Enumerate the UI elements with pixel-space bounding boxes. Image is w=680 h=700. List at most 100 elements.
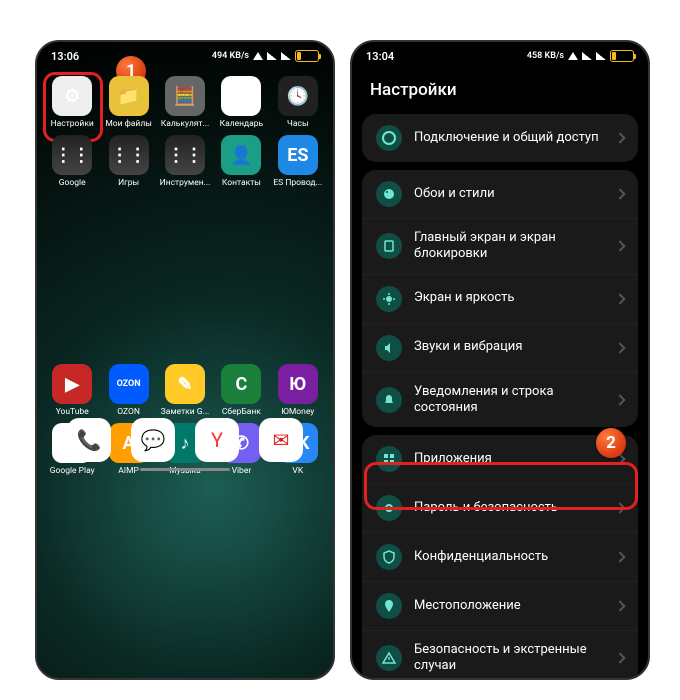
security-icon <box>376 495 402 521</box>
battery-icon: 22 <box>295 50 319 62</box>
settings-item-label: Экран и яркость <box>414 290 604 306</box>
connection-icon <box>376 125 402 151</box>
settings-item-privacy[interactable]: Конфиденциальность <box>362 532 638 581</box>
app-OZON[interactable]: OZON OZON <box>101 364 155 417</box>
settings-item-homescreen[interactable]: Главный экран и экран блокировки <box>362 218 638 274</box>
signal-icon <box>596 52 606 60</box>
chevron-right-icon <box>614 502 625 513</box>
app-label: ЮMoney <box>281 407 314 417</box>
settings-item-wallpaper[interactable]: Обои и стили <box>362 170 638 218</box>
app-label: OZON <box>117 407 140 417</box>
app-Google[interactable]: ⋮⋮ Google <box>45 135 99 188</box>
callout-badge-2: 2 <box>596 428 626 458</box>
chevron-right-icon <box>614 653 625 664</box>
chevron-right-icon <box>614 188 625 199</box>
dock-messages[interactable]: 💬 <box>131 418 175 462</box>
settings-item-location[interactable]: Местоположение <box>362 581 638 630</box>
app-Игры[interactable]: ⋮⋮Игры <box>101 135 155 188</box>
app-icon: OZON <box>109 364 149 404</box>
wifi-icon <box>568 52 578 60</box>
app-Инструмен...[interactable]: ⋮⋮Инструмен... <box>158 135 212 188</box>
app-label: AIMP <box>118 466 139 476</box>
dock-yandex[interactable]: Y <box>195 418 239 462</box>
app-label: Viber <box>232 466 252 476</box>
chevron-right-icon <box>614 342 625 353</box>
app-label: Календарь <box>220 119 264 129</box>
settings-item-sound[interactable]: Звуки и вибрация <box>362 323 638 372</box>
app-label: VK <box>292 466 303 476</box>
app-grid-row: ▶YouTubeOZONOZON✎Заметки G...ССберБанкЮЮ… <box>37 358 333 417</box>
app-icon: ⋮⋮ <box>52 135 92 175</box>
settings-item-sos[interactable]: Безопасность и экстренные случаи <box>362 630 638 680</box>
phone-settings-screen: 13:04 458 KB/s 22 Настройки Подключение … <box>350 40 650 680</box>
sos-icon <box>376 645 402 671</box>
app-YouTube[interactable]: ▶YouTube <box>45 364 99 417</box>
apps-icon <box>376 446 402 472</box>
app-grid-row: ⚙Настройки📁 Мои файлы 🧮Калькулят...31Кален… <box>37 70 333 129</box>
home-indicator[interactable] <box>140 468 230 471</box>
app-icon: 📁 <box>109 76 149 116</box>
settings-list[interactable]: Подключение и общий доступ Обои и стили Г… <box>352 114 648 680</box>
battery-pct: 22 <box>611 52 633 61</box>
app-icon: 👤 <box>221 135 261 175</box>
app-label: Контакты <box>222 178 261 188</box>
app-icon: ES <box>278 135 318 175</box>
app-icon: С <box>221 364 261 404</box>
app-label: YouTube <box>56 407 89 417</box>
settings-item-display[interactable]: Экран и яркость <box>362 274 638 323</box>
homescreen-icon <box>376 233 402 259</box>
notifications-icon <box>376 387 402 413</box>
chevron-right-icon <box>614 600 625 611</box>
app-Калькулят...[interactable]: 🧮Калькулят... <box>158 76 212 129</box>
settings-item-notifications[interactable]: Уведомления и строка состояния <box>362 372 638 428</box>
settings-item-connection[interactable]: Подключение и общий доступ <box>362 114 638 162</box>
chevron-right-icon <box>614 394 625 405</box>
battery-icon: 22 <box>610 50 634 62</box>
app-Заметки G...[interactable]: ✎Заметки G... <box>158 364 212 417</box>
app-label: СберБанк <box>222 407 261 417</box>
settings-item-label: Уведомления и строка состояния <box>414 384 604 417</box>
wallpaper-icon <box>376 181 402 207</box>
app-Настройки[interactable]: ⚙Настройки <box>45 76 99 129</box>
wifi-icon <box>253 52 263 60</box>
status-bar: 13:06 494 KB/s 22 <box>37 42 333 70</box>
settings-item-label: Обои и стили <box>414 186 604 202</box>
dock: 📞 💬 Y ✉ <box>37 418 333 462</box>
app-label: Google Play <box>50 466 95 476</box>
app-Часы[interactable]: 🕓Часы <box>271 76 325 129</box>
app-grid-row: ⋮⋮Google⋮⋮Игры⋮⋮Инструмен...👤КонтактыESE… <box>37 129 333 188</box>
page-title: Настройки <box>352 70 648 114</box>
location-icon <box>376 593 402 619</box>
phone-home-screen: 13:06 494 KB/s 22 ⚙Настройки📁 Мои файлы 🧮К… <box>35 40 335 680</box>
privacy-icon <box>376 544 402 570</box>
app-icon: 🕓 <box>278 76 318 116</box>
settings-item-security[interactable]: Пароль и безопасность <box>362 483 638 532</box>
clock: 13:04 <box>366 50 394 63</box>
app-label: Мои файлы <box>105 119 152 129</box>
app-ES Провод...[interactable]: ES ES Провод... <box>271 135 325 188</box>
app-СберБанк[interactable]: С СберБанк <box>214 364 268 417</box>
settings-item-label: Подключение и общий доступ <box>414 130 604 146</box>
display-icon <box>376 286 402 312</box>
chevron-right-icon <box>614 293 625 304</box>
settings-item-label: Пароль и безопасность <box>414 500 604 516</box>
app-label: ES Провод... <box>273 178 322 188</box>
app-icon: ✎ <box>165 364 205 404</box>
app-label: Google <box>59 178 86 188</box>
app-ЮMoney[interactable]: ЮЮMoney <box>271 364 325 417</box>
app-icon: ⚙ <box>52 76 92 116</box>
app-Мои файлы[interactable]: 📁 Мои файлы <box>101 76 155 129</box>
app-Контакты[interactable]: 👤 Контакты <box>214 135 268 188</box>
dock-phone[interactable]: 📞 <box>67 418 111 462</box>
battery-pct: 22 <box>296 52 318 61</box>
chevron-right-icon <box>614 132 625 143</box>
sound-icon <box>376 335 402 361</box>
clock: 13:06 <box>51 50 79 63</box>
signal-icon <box>582 52 592 60</box>
app-Календарь[interactable]: 31Календарь <box>214 76 268 129</box>
settings-group: Обои и стили Главный экран и экран блокир… <box>362 170 638 427</box>
settings-item-label: Местоположение <box>414 598 604 614</box>
status-bar: 13:04 458 KB/s 22 <box>352 42 648 70</box>
dock-mail[interactable]: ✉ <box>259 418 303 462</box>
app-label: Инструмен... <box>160 178 211 188</box>
